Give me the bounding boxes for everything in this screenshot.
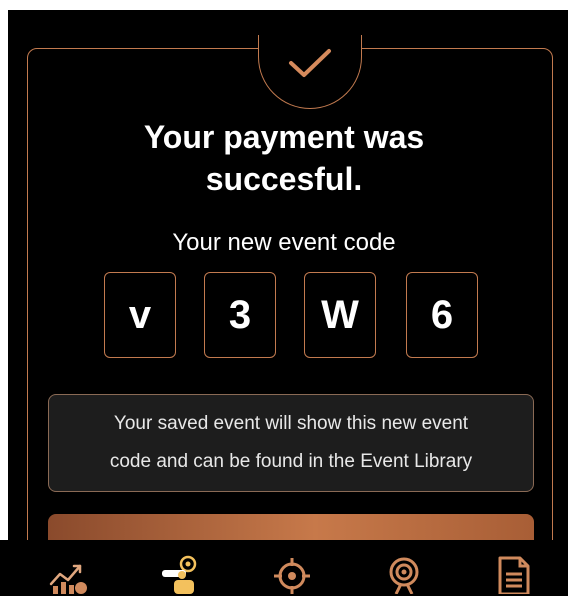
target-icon[interactable] [384,554,424,594]
success-badge [258,35,362,109]
payment-title: Your payment was succesful. [0,116,568,200]
event-code-label: Your new event code [172,229,396,256]
info-message: Your saved event will show this new even… [48,394,534,492]
event-code-char-3: W [304,272,376,358]
explorer-icon[interactable] [160,554,200,594]
info-line-2: code and can be found in the Event Libra… [109,451,473,472]
event-code-char-1: v [104,272,176,358]
payment-title-line2: succesful. [205,161,363,197]
event-code-char-2: 3 [204,272,276,358]
payment-title-line1: Your payment was [143,119,425,155]
analytics-icon[interactable] [48,554,88,594]
info-line-1: Your saved event will show this new even… [113,413,469,434]
event-code-char-4: 6 [406,272,478,358]
check-icon [289,49,331,77]
crosshair-icon[interactable] [272,554,312,594]
document-icon[interactable] [494,554,534,594]
